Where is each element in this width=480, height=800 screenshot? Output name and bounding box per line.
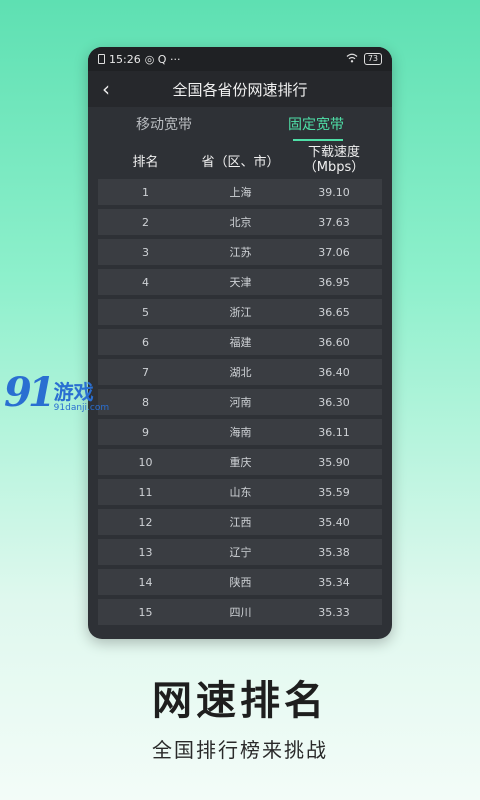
speed-cell: 35.40: [318, 515, 350, 529]
table-row: 15 四川 35.33: [98, 599, 382, 625]
rank-cell: 12: [138, 515, 153, 529]
speed-cell: 36.11: [318, 425, 350, 439]
region-cell: 海南: [229, 426, 252, 439]
header-region: 省（区、市）: [201, 154, 280, 170]
table-row: 13 辽宁 35.38: [98, 539, 382, 565]
region-cell: 山东: [229, 486, 252, 499]
tab-bar: 移动宽带 固定宽带: [88, 107, 392, 143]
tab-mobile-broadband[interactable]: 移动宽带: [88, 107, 240, 143]
table-row: 2 北京 37.63: [98, 209, 382, 235]
battery-icon: 73: [363, 53, 382, 65]
speed-cell: 35.38: [318, 545, 350, 559]
table-row: 9 海南 36.11: [98, 419, 382, 445]
rank-cell: 4: [142, 275, 149, 289]
rank-cell: 13: [138, 545, 153, 559]
speed-cell: 35.59: [318, 485, 350, 499]
region-cell: 天津: [229, 276, 252, 289]
rank-cell: 15: [138, 605, 153, 619]
table-row: 4 天津 36.95: [98, 269, 382, 295]
speed-cell: 37.06: [318, 245, 350, 259]
header-speed: 下载速度 （Mbps）: [288, 145, 380, 175]
table-row: 6 福建 36.60: [98, 329, 382, 355]
sim-icon: [98, 54, 105, 64]
rank-cell: 3: [142, 245, 149, 259]
region-cell: 福建: [229, 336, 252, 349]
speed-cell: 36.40: [318, 365, 350, 379]
rank-cell: 9: [142, 425, 149, 439]
promo-heading: 网速排名: [152, 678, 328, 724]
rank-cell: 5: [142, 305, 149, 319]
wifi-icon: [346, 53, 358, 66]
region-cell: 陕西: [229, 576, 252, 589]
table-header: 排名 省（区、市） 下载速度 （Mbps）: [98, 143, 382, 177]
speed-cell: 36.95: [318, 275, 350, 289]
active-tab-indicator: [293, 139, 343, 141]
page-title: 全国各省份网速排行: [172, 80, 308, 99]
speed-cell: 35.33: [318, 605, 350, 619]
status-time: 15:26: [109, 52, 141, 66]
region-cell: 江苏: [229, 246, 252, 259]
speed-cell: 35.34: [318, 575, 350, 589]
speed-cell: 36.60: [318, 335, 350, 349]
status-bar: 15:26 ◎ Q ··· 73: [88, 47, 392, 71]
speed-cell: 36.65: [318, 305, 350, 319]
table-row: 10 重庆 35.90: [98, 449, 382, 475]
table-row: 3 江苏 37.06: [98, 239, 382, 265]
back-arrow-icon[interactable]: ‹: [96, 77, 116, 101]
rank-cell: 1: [142, 185, 149, 199]
region-cell: 四川: [229, 606, 252, 619]
region-cell: 浙江: [229, 306, 252, 319]
speed-cell: 39.10: [318, 185, 350, 199]
rank-cell: 6: [142, 335, 149, 349]
region-cell: 河南: [229, 396, 252, 409]
table-row: 12 江西 35.40: [98, 509, 382, 535]
region-cell: 上海: [229, 186, 252, 199]
header-rank: 排名: [132, 154, 159, 170]
phone-screen: 15:26 ◎ Q ··· 73 ‹ 全国各省份网速排行 移动宽带 固定宽带 排…: [88, 47, 392, 639]
ranking-list: 1 上海 39.10 2 北京 37.63 3 江苏 37.06 4 天津 36.95 5 浙江 36.65…: [98, 179, 382, 625]
table-row: 5 浙江 36.65: [98, 299, 382, 325]
speed-cell: 37.63: [318, 215, 350, 229]
rank-cell: 8: [142, 395, 149, 409]
speed-cell: 36.30: [318, 395, 350, 409]
notification-icons: ◎ Q ···: [144, 52, 181, 66]
tab-fixed-broadband[interactable]: 固定宽带: [240, 107, 392, 143]
rank-cell: 11: [138, 485, 153, 499]
region-cell: 江西: [229, 516, 252, 529]
rank-cell: 7: [142, 365, 149, 379]
rank-cell: 10: [138, 455, 153, 469]
table-row: 8 河南 36.30: [98, 389, 382, 415]
title-bar: ‹ 全国各省份网速排行: [88, 71, 392, 107]
table-row: 11 山东 35.59: [98, 479, 382, 505]
watermark-91: 91: [4, 369, 56, 416]
header-speed-line1: 下载速度: [307, 145, 360, 160]
rank-cell: 2: [142, 215, 149, 229]
region-cell: 湖北: [229, 366, 252, 379]
region-cell: 辽宁: [229, 546, 252, 559]
table-row: 7 湖北 36.40: [98, 359, 382, 385]
table-row: 14 陕西 35.34: [98, 569, 382, 595]
speed-cell: 35.90: [318, 455, 350, 469]
promo-subheading: 全国排行榜来挑战: [152, 738, 328, 762]
table-row: 1 上海 39.10: [98, 179, 382, 205]
region-cell: 北京: [229, 216, 252, 229]
header-speed-line2: （Mbps）: [303, 160, 365, 175]
rank-cell: 14: [138, 575, 153, 589]
region-cell: 重庆: [229, 456, 252, 469]
